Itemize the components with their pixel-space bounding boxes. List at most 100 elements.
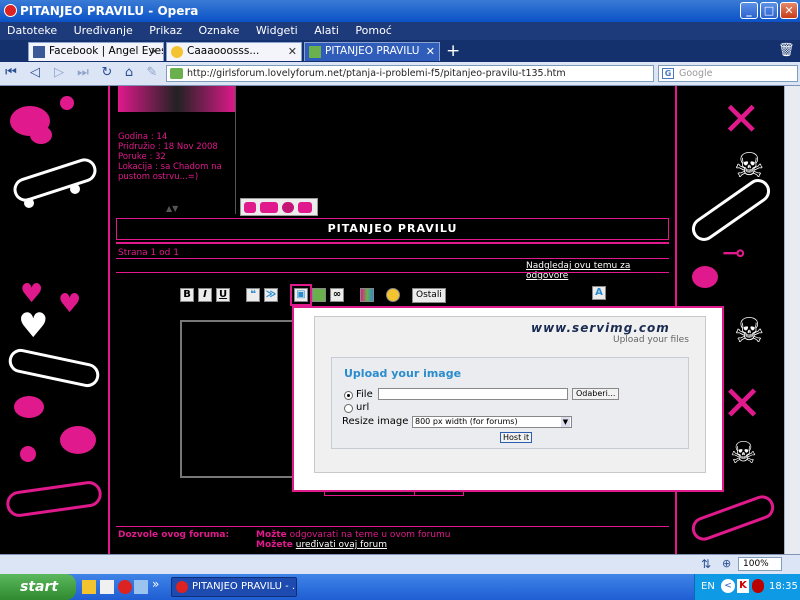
profile-icon[interactable] — [244, 202, 256, 213]
image-upload-icon[interactable]: ▣ — [290, 284, 312, 306]
color-icon[interactable] — [360, 288, 374, 302]
image-icon[interactable] — [312, 288, 326, 302]
back-icon[interactable]: ◁ — [28, 66, 42, 80]
topic-title: PITANJEO PRAVILU — [116, 218, 669, 240]
start-button[interactable]: start — [0, 574, 76, 600]
smiley-icon[interactable] — [386, 288, 400, 302]
watch-topic-link[interactable]: Nadgledaj ovu temu za odgovore — [526, 261, 675, 281]
url-radio[interactable] — [344, 404, 353, 413]
upload-panel: www.servimg.com Upload your files Upload… — [314, 316, 706, 473]
opera-icon — [4, 4, 17, 17]
tab-facebook[interactable]: Facebook | Angel Eyes ✕ — [28, 42, 164, 61]
opera-icon[interactable] — [118, 580, 132, 594]
menu-item-prikaz[interactable]: Prikaz — [149, 24, 182, 37]
menu-item-uredivanje[interactable]: Uređivanje — [74, 24, 133, 37]
code-icon[interactable]: ≫ — [264, 288, 278, 302]
back-arrow-icon[interactable]: < — [721, 579, 735, 593]
tab-close-icon[interactable]: ✕ — [288, 43, 297, 60]
skateboard-icon — [6, 346, 102, 390]
tab-close-icon[interactable]: ✕ — [426, 43, 435, 60]
google-icon: G — [662, 68, 674, 79]
new-tab-button[interactable]: + — [446, 41, 460, 61]
chevron-down-icon: ▼ — [561, 417, 570, 427]
underline-button[interactable]: U — [216, 288, 230, 302]
skateboard-icon — [4, 479, 104, 519]
contact-icon[interactable] — [298, 202, 312, 213]
edit-icon[interactable]: ✎ — [145, 66, 159, 80]
facebook-icon — [33, 46, 45, 58]
resize-label: Resize image — [342, 416, 409, 427]
scroll-arrows-icon[interactable]: ▲▼ — [166, 204, 178, 213]
reload-icon[interactable]: ↻ — [100, 66, 114, 80]
system-tray: EN < K 18:35 — [694, 574, 800, 600]
tab-close-icon[interactable]: ✕ — [150, 43, 159, 60]
skull-icon: ☠ — [734, 311, 765, 351]
overflow-icon[interactable]: » — [152, 577, 159, 591]
tab-bar: Facebook | Angel Eyes ✕ Caaaooosss... ✕ … — [0, 40, 800, 62]
transfer-icon[interactable]: ⇅ — [701, 557, 713, 571]
trash-icon[interactable]: 🗑 — [778, 43, 795, 58]
permissions-heading: Dozvole ovog foruma: — [118, 530, 230, 540]
close-button[interactable]: ✕ — [780, 2, 798, 19]
permission-line-2: Možete uređivati ovaj forum — [256, 540, 387, 550]
link-icon[interactable]: ∞ — [330, 288, 344, 302]
menu-item-oznake[interactable]: Oznake — [199, 24, 240, 37]
quicklaunch-icon[interactable] — [82, 580, 96, 594]
zoom-select[interactable]: 100% — [738, 557, 782, 571]
file-label: File — [356, 389, 373, 400]
site-icon — [170, 68, 183, 79]
maximize-button[interactable]: □ — [760, 2, 778, 19]
quicklaunch-icon[interactable] — [100, 580, 114, 594]
tab-pitanjeo-pravilu[interactable]: PITANJEO PRAVILU ✕ — [304, 42, 440, 61]
file-radio[interactable] — [344, 391, 353, 400]
forward-icon[interactable]: ▷ — [52, 66, 66, 80]
resize-select[interactable]: 800 px width (for forums) ▼ — [412, 416, 572, 428]
quote-icon[interactable]: ❝ — [246, 288, 260, 302]
page-indicator: Strana 1 od 1 — [118, 248, 179, 258]
fast-forward-icon[interactable]: ⏭ — [76, 66, 90, 80]
resize-value: 800 px width (for forums) — [415, 417, 518, 426]
profile-location: Lokacija : sa Chadom na — [118, 162, 222, 172]
email-icon[interactable] — [282, 202, 294, 213]
taskbar-window-button[interactable]: PITANJEO PRAVILU - ... — [171, 577, 297, 597]
search-field[interactable]: G Google — [658, 65, 798, 82]
pm-icon[interactable] — [260, 202, 278, 213]
page-scrollbar[interactable] — [784, 86, 800, 554]
language-indicator[interactable]: EN — [701, 581, 715, 592]
menu-item-datoteke[interactable]: Datoteke — [7, 24, 57, 37]
edit-forum-link[interactable]: uređivati ovaj forum — [296, 540, 387, 550]
window-titlebar: PITANJEO PRAVILU - Opera _ □ ✕ — [0, 0, 800, 22]
shield-icon[interactable] — [752, 579, 764, 593]
menu-item-alati[interactable]: Alati — [314, 24, 339, 37]
menu-item-widgeti[interactable]: Widgeti — [256, 24, 298, 37]
address-field[interactable]: http://girlsforum.lovelyforum.net/ptanja… — [166, 65, 654, 82]
minimize-button[interactable]: _ — [740, 2, 758, 19]
permission-prefix: Možte — [256, 530, 287, 540]
menu-item-pomoc[interactable]: Pomoć — [355, 24, 391, 37]
tab-caaaooosss[interactable]: Caaaooosss... ✕ — [166, 42, 302, 61]
others-button[interactable]: Ostali — [412, 288, 446, 303]
file-input[interactable] — [378, 388, 568, 400]
left-decoration: ♥ ♥ ♥ — [0, 86, 106, 554]
bold-button[interactable]: B — [180, 288, 194, 302]
browse-button[interactable]: Odaberi... — [572, 388, 620, 400]
address-text: http://girlsforum.lovelyforum.net/ptanja… — [187, 68, 566, 79]
status-bar: ⇅ ⊕ 100% — [0, 554, 800, 574]
font-size-icon[interactable]: A — [592, 286, 606, 300]
zoom-icon[interactable]: ⊕ — [722, 557, 734, 570]
home-icon[interactable]: ⌂ — [122, 66, 136, 80]
quicklaunch-icon[interactable] — [134, 580, 148, 594]
antivirus-icon[interactable]: K — [737, 579, 749, 593]
heart-outline-icon: ♥ — [18, 306, 49, 346]
search-placeholder: Google — [679, 68, 713, 79]
tab-label: Facebook | Angel Eyes — [49, 45, 164, 57]
smiley-icon — [171, 46, 183, 58]
servimg-logo: www.servimg.com — [531, 321, 670, 335]
upload-form: Upload your image File Odaberi... url Re… — [331, 357, 689, 449]
rewind-icon[interactable]: ⏮ — [4, 66, 18, 80]
taskbar: start » PITANJEO PRAVILU - ... EN < K 18… — [0, 574, 800, 600]
permission-line-1: Možte odgovarati na teme u ovom forumu — [256, 530, 450, 540]
menu-bar: Datoteke Uređivanje Prikaz Oznake Widget… — [0, 22, 800, 40]
italic-button[interactable]: I — [198, 288, 212, 302]
host-button[interactable]: Host it — [500, 432, 533, 443]
